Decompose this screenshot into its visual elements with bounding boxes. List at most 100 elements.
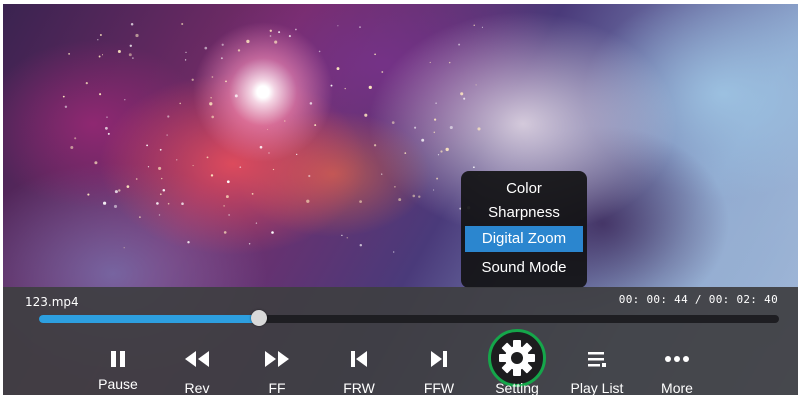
star [87, 193, 90, 196]
star [204, 46, 208, 50]
star [159, 148, 162, 151]
star [185, 51, 187, 54]
play-list-button[interactable]: Play List [557, 342, 637, 395]
star [437, 154, 440, 156]
star [318, 50, 321, 53]
star [159, 193, 162, 196]
rewind-button[interactable]: Rev [157, 342, 237, 395]
star [251, 192, 254, 195]
star [433, 189, 435, 191]
time-readout: 00: 00: 44 / 00: 02: 40 [618, 293, 778, 306]
star [102, 201, 107, 205]
star [209, 102, 213, 106]
star [434, 118, 437, 121]
star [221, 43, 224, 46]
star [123, 247, 125, 249]
star [381, 173, 383, 175]
star [192, 165, 194, 167]
star [234, 94, 238, 98]
progress-fill [39, 315, 259, 323]
star [381, 71, 384, 73]
star [368, 85, 372, 90]
star [135, 33, 139, 38]
star [62, 95, 65, 98]
star [460, 92, 464, 96]
star [135, 178, 138, 180]
star [306, 199, 310, 203]
star [158, 166, 162, 170]
star [255, 222, 258, 224]
star [156, 202, 159, 205]
star [296, 153, 298, 156]
star [359, 200, 362, 203]
menu-item-digital-zoom[interactable]: Digital Zoom [465, 226, 583, 252]
more-label: More [661, 380, 693, 395]
menu-item-color[interactable]: Color [465, 176, 583, 202]
star [181, 22, 184, 26]
star [458, 43, 461, 46]
star [239, 166, 242, 169]
star [435, 102, 437, 104]
star [113, 204, 118, 208]
star [373, 144, 377, 147]
star [449, 125, 453, 130]
star [259, 145, 263, 149]
fast-forward-icon [237, 346, 317, 372]
ff-label: FF [268, 380, 286, 395]
star [463, 97, 466, 100]
pause-button[interactable]: Pause [78, 342, 158, 395]
star [288, 35, 291, 38]
ffw-label: FFW [423, 380, 455, 395]
star [107, 132, 110, 135]
menu-item-sound-mode[interactable]: Sound Mode [465, 255, 583, 281]
star [295, 28, 297, 31]
star [414, 126, 417, 129]
star [394, 185, 396, 188]
star [114, 190, 118, 194]
skip-previous-button[interactable]: FRW [319, 342, 399, 395]
more-button[interactable]: More [637, 342, 717, 395]
setting-button[interactable]: Setting [477, 342, 557, 395]
star [158, 214, 161, 216]
rev-label: Rev [184, 380, 210, 395]
fast-forward-button[interactable]: FF [237, 342, 317, 395]
star [341, 234, 343, 237]
star [359, 26, 361, 28]
more-icon [637, 346, 717, 372]
star [225, 195, 229, 199]
star [475, 84, 477, 86]
progress-bar[interactable] [39, 310, 779, 326]
menu-item-sharpness[interactable]: Sharpness [465, 200, 583, 226]
star [225, 80, 227, 83]
playlist-icon [557, 346, 637, 372]
star [85, 82, 88, 85]
star [162, 188, 166, 192]
star [374, 53, 376, 56]
star [94, 161, 98, 165]
progress-thumb[interactable] [250, 310, 267, 326]
star [220, 57, 223, 60]
star [269, 29, 272, 32]
star [70, 146, 74, 149]
star [181, 202, 184, 205]
star [337, 25, 339, 27]
frw-label: FRW [343, 380, 375, 395]
skip-next-button[interactable]: FFW [399, 342, 479, 395]
star [274, 40, 278, 44]
star [436, 177, 439, 180]
star [126, 185, 130, 188]
star [223, 205, 225, 207]
star [268, 152, 270, 154]
star [272, 168, 275, 171]
star [223, 231, 227, 234]
star [210, 174, 214, 177]
star [206, 156, 209, 159]
star [440, 150, 443, 153]
pause-icon [78, 346, 158, 372]
star [278, 31, 281, 34]
star [124, 99, 126, 101]
star [308, 174, 311, 178]
star [269, 35, 272, 37]
star [421, 138, 425, 142]
star [99, 34, 102, 36]
